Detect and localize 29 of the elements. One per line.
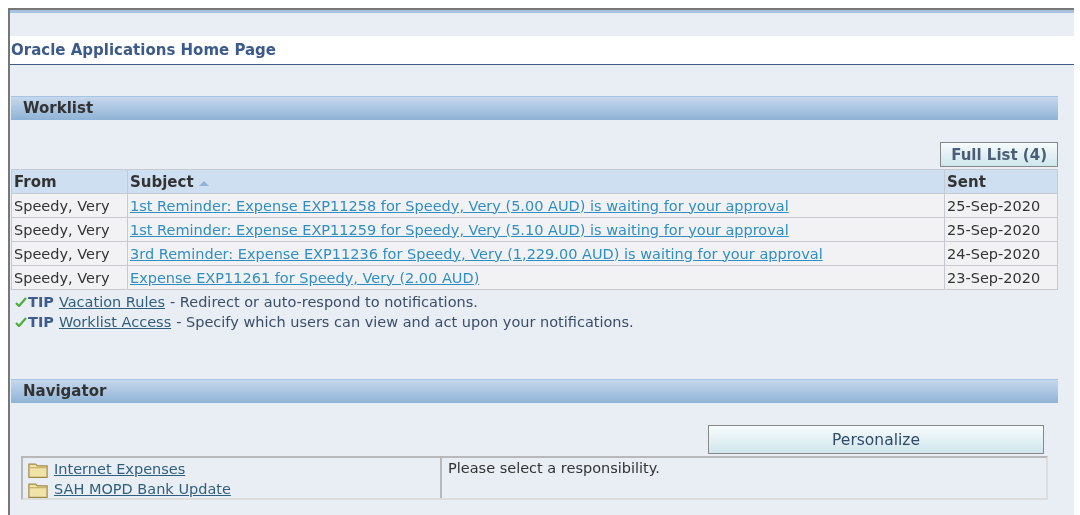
table-cell: 25-Sep-2020 [944,193,1058,218]
section-header: Navigator [11,379,1058,403]
personalize-button[interactable]: Personalize [708,425,1044,454]
checkmark-icon [15,317,27,327]
tip-link[interactable]: Vacation Rules [58,294,165,310]
column-header[interactable]: Sent [944,169,1058,194]
responsibility-link[interactable]: Internet Expenses [54,461,186,477]
tip-link[interactable]: Worklist Access [58,314,172,330]
tip-text: - Specify which users can view and act upon your notifications. [176,314,634,330]
table-cell: 25-Sep-2020 [944,217,1058,242]
tip-label: TIP [28,294,54,310]
table-cell: 24-Sep-2020 [944,241,1058,266]
table-cell: Speedy, Very [11,265,128,290]
tip-label: TIP [28,314,54,330]
table-cell: Speedy, Very [11,241,128,266]
table-cell: Speedy, Very [11,217,128,242]
folder-icon [28,460,48,478]
table-cell: Speedy, Very [11,193,128,218]
section-header: Worklist [11,96,1058,120]
column-header[interactable]: Subject [127,169,945,194]
responsibility-link[interactable]: SAH MOPD Bank Update [54,481,231,497]
tip-text: - Redirect or auto-respond to notifications. [169,294,478,310]
folder-icon [28,480,48,498]
table-cell: 23-Sep-2020 [944,265,1058,290]
full-list-button[interactable]: Full List (4) [940,142,1058,167]
responsibility-message: Please select a responsibility. [448,460,660,476]
column-header[interactable]: From [11,169,128,194]
checkmark-icon [15,297,27,307]
page-title: Oracle Applications Home Page [10,39,1074,65]
